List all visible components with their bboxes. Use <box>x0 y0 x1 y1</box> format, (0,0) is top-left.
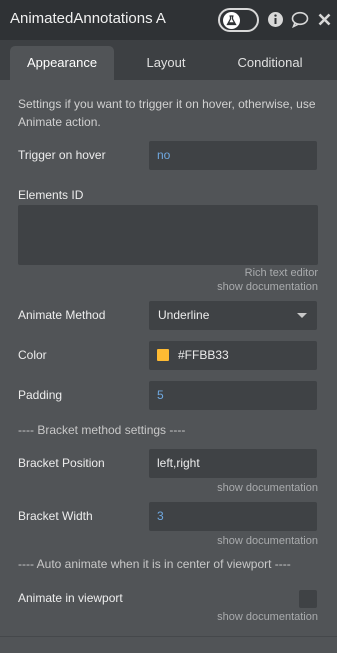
trigger-on-hover-field[interactable]: no <box>149 141 317 170</box>
info-icon[interactable] <box>267 11 284 28</box>
bracket-width-doc-link[interactable]: show documentation <box>217 535 318 547</box>
tab-layout[interactable]: Layout <box>124 46 208 80</box>
auto-animate-section-heading: ---- Auto animate when it is in center o… <box>18 557 291 571</box>
flask-icon <box>226 15 237 26</box>
padding-label: Padding <box>18 388 63 402</box>
elements-id-input[interactable] <box>18 205 318 265</box>
comment-icon[interactable] <box>291 11 309 28</box>
trigger-on-hover-label: Trigger on hover <box>18 148 106 162</box>
color-picker[interactable]: #FFBB33 <box>149 341 317 370</box>
animate-in-viewport-checkbox[interactable] <box>299 590 317 608</box>
tab-bar: Appearance Layout Conditional <box>0 40 337 80</box>
padding-field[interactable]: 5 <box>149 381 317 410</box>
color-swatch[interactable] <box>157 349 169 361</box>
animate-method-value: Underline <box>158 308 210 322</box>
panel-divider <box>0 636 337 637</box>
elements-id-doc-link[interactable]: show documentation <box>217 281 318 293</box>
color-value: #FFBB33 <box>178 348 229 362</box>
close-icon[interactable] <box>318 13 331 26</box>
animate-method-dropdown[interactable]: Underline <box>149 301 317 330</box>
tab-conditional[interactable]: Conditional <box>220 46 320 80</box>
tab-appearance[interactable]: Appearance <box>10 46 114 80</box>
element-toggle[interactable] <box>218 8 259 32</box>
bracket-position-field[interactable]: left,right <box>149 449 317 478</box>
color-label: Color <box>18 348 47 362</box>
bracket-position-doc-link[interactable]: show documentation <box>217 482 318 494</box>
toggle-knob <box>223 12 240 29</box>
bracket-width-label: Bracket Width <box>18 509 93 523</box>
property-editor-header: AnimatedAnnotations A <box>0 0 337 40</box>
animate-method-label: Animate Method <box>18 308 106 322</box>
chevron-down-icon <box>297 313 307 318</box>
bracket-section-heading: ---- Bracket method settings ---- <box>18 423 186 437</box>
bracket-width-field[interactable]: 3 <box>149 502 317 531</box>
bracket-position-label: Bracket Position <box>18 456 105 470</box>
rich-text-editor-link[interactable]: Rich text editor <box>245 267 318 279</box>
plugin-description: Settings if you want to trigger it on ho… <box>18 97 316 129</box>
animate-in-viewport-label: Animate in viewport <box>18 591 123 605</box>
elements-id-label: Elements ID <box>18 188 84 202</box>
element-title[interactable]: AnimatedAnnotations A <box>10 10 166 27</box>
animate-in-viewport-doc-link[interactable]: show documentation <box>217 611 318 623</box>
